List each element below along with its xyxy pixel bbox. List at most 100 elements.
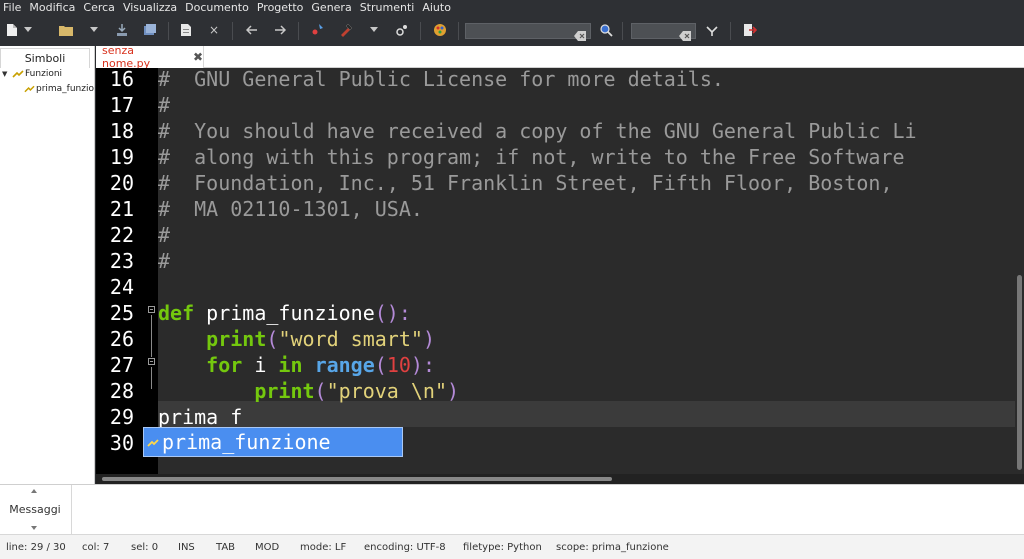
execute-icon[interactable]	[394, 22, 410, 38]
tab-messaggi[interactable]: Messaggi	[0, 503, 70, 516]
code-token: # GNU General Public License for more de…	[158, 68, 724, 91]
menu-documento[interactable]: Documento	[185, 0, 249, 16]
fold-toggle-icon[interactable]	[148, 358, 155, 365]
line-number: 23	[109, 249, 134, 273]
code-token: prima_funzione	[194, 301, 375, 325]
search-input[interactable]	[466, 28, 590, 43]
menu-visualizza[interactable]: Visualizza	[123, 0, 177, 16]
code-token: #	[158, 93, 171, 117]
jump-to-line-icon[interactable]	[704, 22, 720, 38]
menu-cerca[interactable]: Cerca	[83, 0, 115, 16]
tab-simboli[interactable]: Simboli	[0, 48, 90, 68]
status-scope: scope: prima_funzione	[556, 542, 669, 553]
expand-triangle-icon[interactable]: ▼	[2, 68, 12, 80]
status-filetype: filetype: Python	[463, 542, 542, 553]
revert-icon[interactable]	[178, 22, 194, 38]
status-sel: sel: 0	[131, 542, 159, 553]
line-number: 20	[109, 171, 134, 195]
build-icon[interactable]	[338, 22, 354, 38]
code-token: (	[266, 327, 279, 351]
code-token: # MA 02110-1301, USA.	[158, 197, 423, 221]
quit-icon[interactable]	[742, 22, 758, 38]
new-file-icon[interactable]	[4, 22, 20, 38]
dropdown-arrow-icon[interactable]	[366, 22, 382, 38]
code-token: #	[158, 249, 171, 273]
line-number: 16	[109, 68, 134, 91]
menu-progetto[interactable]: Progetto	[257, 0, 304, 16]
code-token: prima_f	[158, 405, 243, 429]
save-all-icon[interactable]	[142, 22, 158, 38]
vertical-scrollbar[interactable]	[1015, 68, 1024, 474]
code-line[interactable]: print("prova \n")	[158, 378, 459, 404]
tree-item-funzioni[interactable]: ▼ Funzioni	[2, 68, 94, 80]
menubar: File Modifica Cerca Visualizza Documento…	[0, 0, 1024, 16]
menu-genera[interactable]: Genera	[311, 0, 351, 16]
close-icon[interactable]: ×	[206, 22, 222, 38]
scroll-down-icon[interactable]	[31, 526, 37, 530]
fold-toggle-icon[interactable]	[148, 306, 155, 313]
status-mod: MOD	[255, 542, 280, 553]
code-token: i	[242, 353, 279, 377]
menu-file[interactable]: File	[3, 0, 21, 16]
menu-modifica[interactable]: Modifica	[29, 0, 75, 16]
menu-strumenti[interactable]: Strumenti	[360, 0, 415, 16]
autocomplete-popup[interactable]: prima_funzione	[143, 427, 403, 457]
code-token: # You should have received a copy of the…	[158, 119, 917, 143]
code-area[interactable]: # GNU General Public License for more de…	[158, 68, 1018, 474]
tab-title: senza nome.py	[102, 44, 151, 70]
scrollbar-thumb[interactable]	[1017, 275, 1022, 470]
open-folder-icon[interactable]	[58, 22, 74, 38]
dropdown-arrow-icon[interactable]	[86, 22, 102, 38]
clear-icon[interactable]	[679, 26, 691, 41]
code-line[interactable]: #	[158, 248, 170, 274]
status-encoding: encoding: UTF-8	[364, 542, 446, 553]
scroll-up-icon[interactable]	[31, 489, 37, 493]
code-line[interactable]: print("word smart")	[158, 326, 435, 352]
tree-item-prima-funzione[interactable]: prima_funzio	[24, 83, 94, 95]
code-line[interactable]: #	[158, 222, 170, 248]
autocomplete-item[interactable]: prima_funzione	[162, 430, 331, 454]
tree-item-label: Funzioni	[25, 69, 63, 79]
status-col: col: 7	[82, 542, 110, 553]
tab-senza-nome[interactable]: senza nome.py ✖	[96, 44, 204, 70]
search-go-icon[interactable]	[598, 22, 614, 38]
code-token: ():	[374, 301, 411, 325]
code-line[interactable]: def prima_funzione():	[158, 300, 411, 326]
save-icon[interactable]	[114, 22, 130, 38]
menu-aiuto[interactable]: Aiuto	[422, 0, 451, 16]
toolbar-separator	[458, 22, 459, 40]
toolbar-separator	[232, 22, 233, 40]
messages-panel: Messaggi	[0, 484, 1024, 535]
tab-close-icon[interactable]: ✖	[193, 50, 203, 64]
code-line[interactable]: # MA 02110-1301, USA.	[158, 196, 423, 222]
code-editor[interactable]: 16 17 18 19 20 21 22 23 24 25 26 27 28 29 30 # GNU Gen…	[96, 68, 1024, 474]
code-line[interactable]: # GNU General Public License for more de…	[158, 68, 724, 92]
clear-icon[interactable]	[574, 26, 586, 41]
dropdown-arrow-icon[interactable]	[20, 22, 36, 38]
back-icon[interactable]	[244, 22, 260, 38]
code-line[interactable]: for i in range(10):	[158, 352, 435, 378]
color-picker-icon[interactable]	[432, 22, 448, 38]
line-number: 29	[109, 405, 134, 429]
code-line[interactable]: # Foundation, Inc., 51 Franklin Street, …	[158, 170, 893, 196]
line-number: 28	[109, 379, 134, 403]
current-line-highlight	[158, 401, 1018, 427]
fold-margin[interactable]	[143, 68, 158, 474]
code-line[interactable]: # along with this program; if not, write…	[158, 144, 905, 170]
code-token: )	[447, 379, 460, 403]
status-tab: TAB	[216, 542, 236, 553]
search-field[interactable]	[465, 23, 591, 43]
code-line[interactable]: # You should have received a copy of the…	[158, 118, 917, 144]
status-ins: INS	[178, 542, 195, 553]
toolbar-separator	[420, 22, 421, 40]
forward-icon[interactable]	[272, 22, 288, 38]
goto-line-field[interactable]	[631, 23, 696, 43]
horizontal-scrollbar[interactable]	[96, 474, 1024, 484]
code-line[interactable]: #	[158, 92, 170, 118]
compile-icon[interactable]	[310, 22, 326, 38]
sidebar: Simboli ▼ Funzioni prima_funzio	[0, 46, 95, 484]
code-token: range	[314, 353, 375, 377]
scrollbar-thumb[interactable]	[102, 477, 612, 481]
